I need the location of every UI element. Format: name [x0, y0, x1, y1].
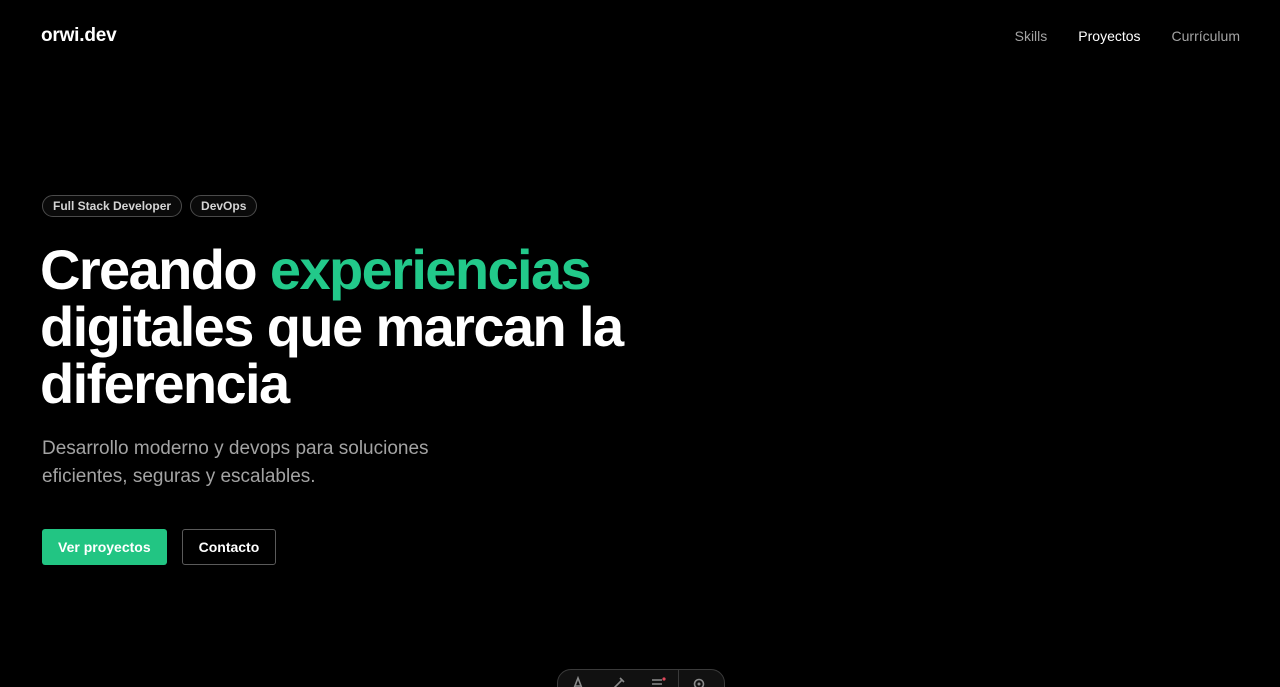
list-icon[interactable] [638, 670, 678, 687]
site-header: orwi.dev Skills Proyectos Currículum [0, 0, 1280, 74]
view-projects-button[interactable]: Ver proyectos [42, 529, 167, 565]
headline-accent: experiencias [269, 238, 592, 301]
font-icon[interactable] [558, 670, 598, 687]
brush-icon[interactable] [598, 670, 638, 687]
badge-full-stack: Full Stack Developer [42, 195, 183, 217]
hero-headline: Creando experiencias digitales que marca… [40, 241, 680, 412]
main-nav: Skills Proyectos Currículum [984, 28, 1240, 44]
bottom-dock [557, 669, 725, 687]
role-badges: Full Stack Developer DevOps [42, 195, 742, 217]
nav-link-curriculum[interactable]: Currículum [1172, 28, 1240, 44]
site-logo[interactable]: orwi.dev [41, 25, 117, 47]
nav-link-skills[interactable]: Skills [1015, 28, 1048, 44]
contact-button[interactable]: Contacto [181, 529, 277, 565]
nav-link-proyectos[interactable]: Proyectos [1078, 28, 1140, 44]
hero-subtitle: Desarrollo moderno y devops para solucio… [42, 438, 429, 487]
page: orwi.dev Skills Proyectos Currículum Ful… [0, 0, 1280, 687]
badge-devops: DevOps [190, 195, 258, 217]
settings-icon[interactable] [679, 670, 719, 687]
headline-rest: digitales que marcan la diferencia [40, 295, 624, 415]
hero-actions: Ver proyectos Contacto [42, 529, 742, 565]
hero-section: Full Stack Developer DevOps Creando expe… [40, 195, 742, 565]
headline-prefix: Creando [40, 238, 270, 301]
